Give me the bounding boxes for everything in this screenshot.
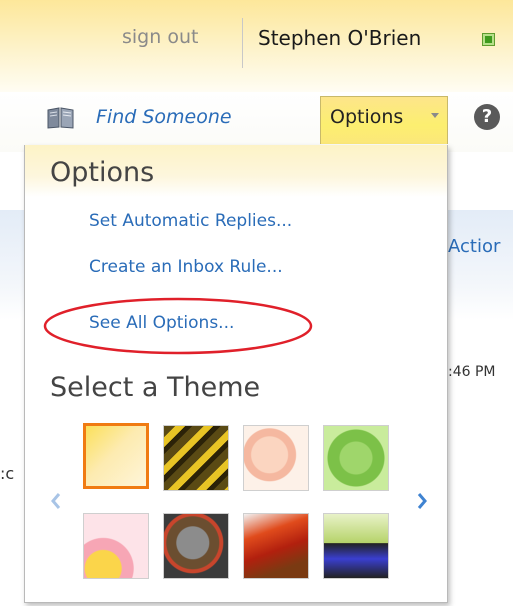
menu-item-inbox-rule[interactable]: Create an Inbox Rule... <box>89 257 283 277</box>
theme-thumbnail-8[interactable] <box>323 513 389 579</box>
address-book-icon[interactable] <box>46 107 76 129</box>
theme-thumbnail-4[interactable] <box>323 425 389 491</box>
menu-item-automatic-replies[interactable]: Set Automatic Replies... <box>89 211 292 231</box>
find-someone-link[interactable]: Find Someone <box>96 106 232 128</box>
help-icon[interactable]: ? <box>474 104 500 130</box>
options-tab-label[interactable]: Options <box>330 106 403 128</box>
background-action-text: Actior <box>448 236 501 257</box>
chevron-right-icon[interactable] <box>414 491 430 511</box>
theme-section-title: Select a Theme <box>50 372 261 403</box>
presence-status-icon[interactable] <box>482 33 495 46</box>
theme-thumbnail-1[interactable] <box>83 423 149 489</box>
theme-thumbnail-3[interactable] <box>243 425 309 491</box>
header-divider <box>242 18 243 68</box>
top-bar <box>0 0 513 92</box>
theme-thumbnail-6[interactable] <box>163 513 229 579</box>
theme-thumbnail-2[interactable] <box>163 425 229 491</box>
background-partial-text: :c <box>0 464 15 483</box>
sign-out-link[interactable]: sign out <box>122 26 198 48</box>
theme-thumbnail-7[interactable] <box>243 513 309 579</box>
highlight-ellipse <box>43 297 313 355</box>
options-panel-title: Options <box>50 157 155 188</box>
user-name[interactable]: Stephen O'Brien <box>258 26 421 50</box>
theme-thumbnail-5[interactable] <box>83 513 149 579</box>
chevron-down-icon[interactable] <box>431 113 439 118</box>
chevron-left-icon[interactable] <box>48 491 64 511</box>
background-time-text: :46 PM <box>448 364 496 380</box>
